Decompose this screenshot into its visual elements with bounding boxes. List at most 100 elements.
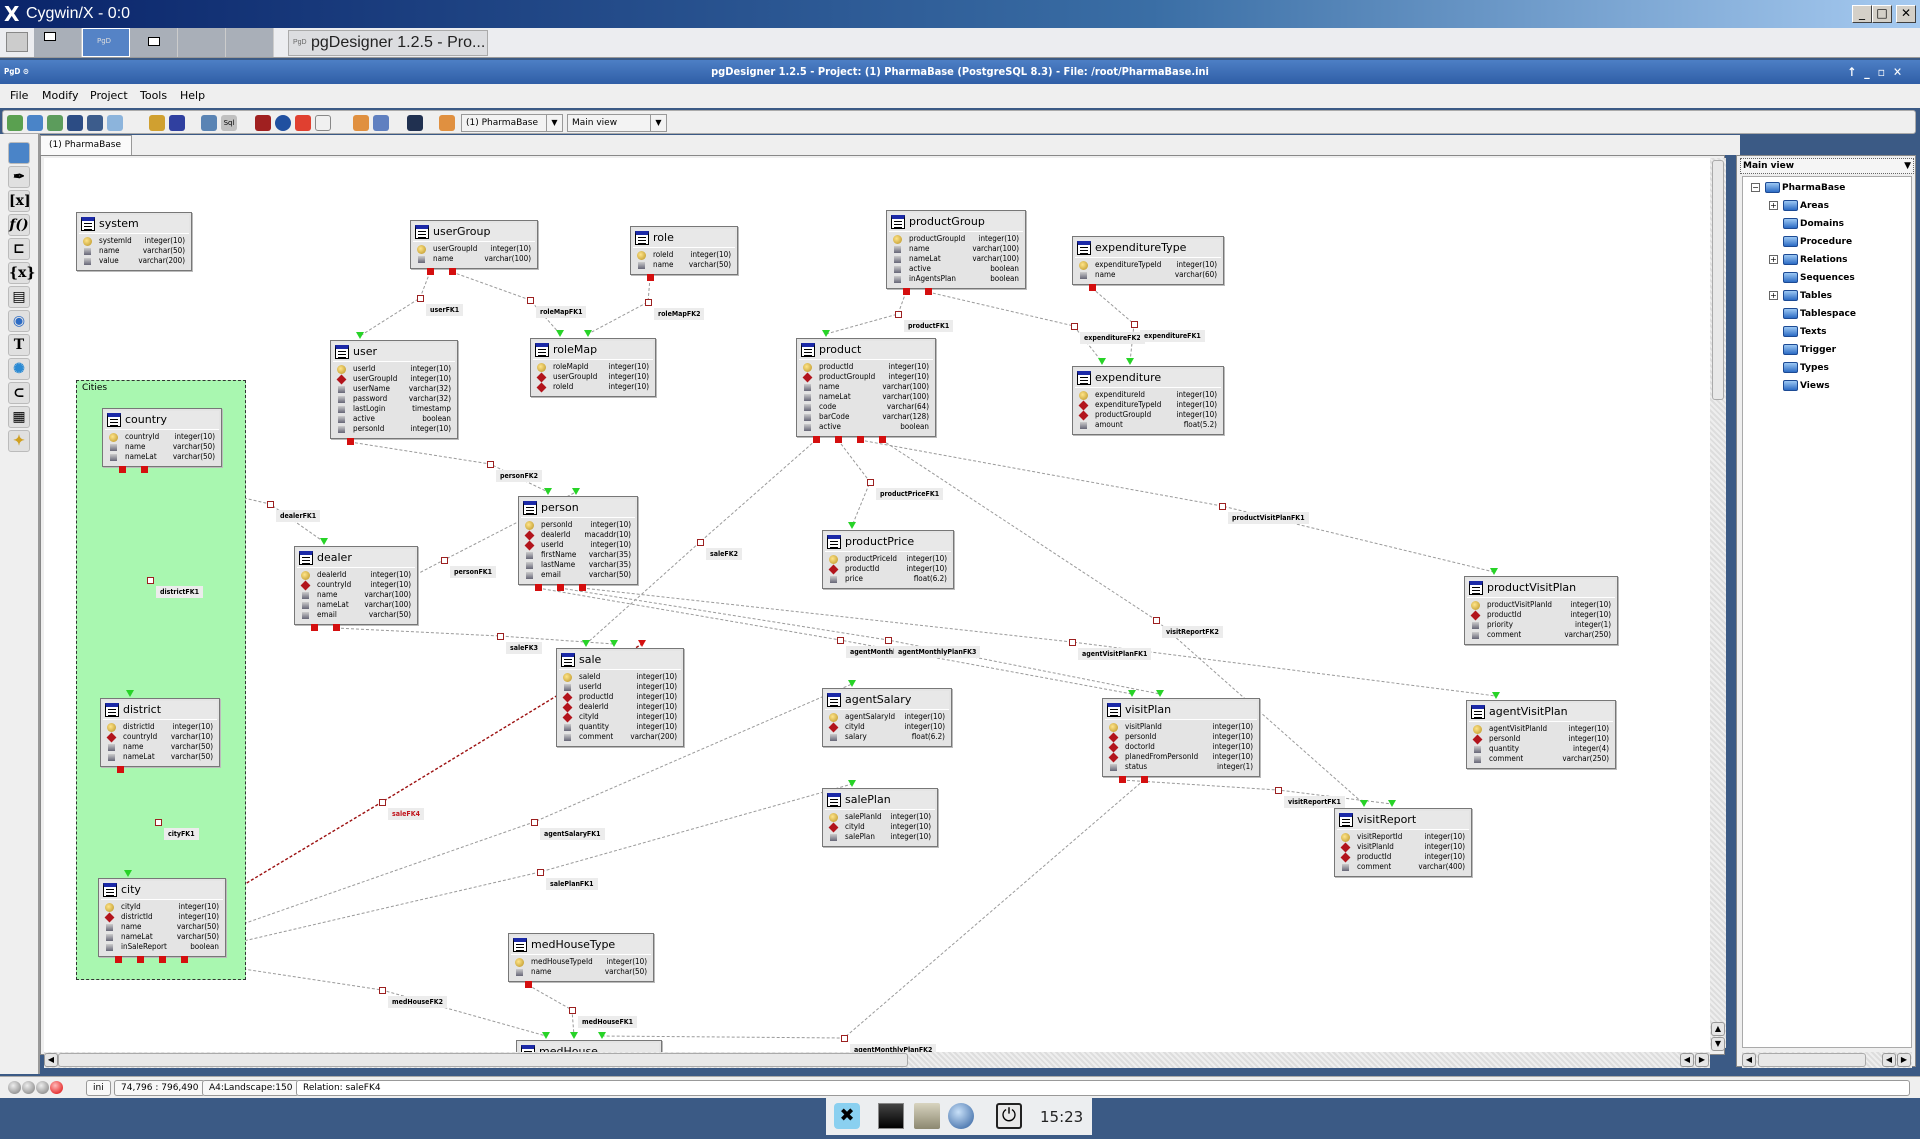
- column-row[interactable]: salePlanId integer(10): [823, 812, 937, 822]
- pen-tool-icon[interactable]: ✒: [8, 166, 30, 188]
- column-row[interactable]: productGroupId integer(10): [887, 234, 1025, 244]
- sequence-tool-icon[interactable]: {x}: [8, 262, 35, 284]
- column-row[interactable]: visitReportId integer(10): [1335, 832, 1471, 842]
- column-row[interactable]: lastLogin timestamp: [331, 404, 457, 414]
- relation-label[interactable]: roleMapFK2: [654, 308, 705, 320]
- relation-label[interactable]: productFK1: [904, 320, 954, 332]
- save-icon[interactable]: [67, 115, 83, 131]
- column-row[interactable]: districtId integer(10): [99, 912, 225, 923]
- column-row[interactable]: productId integer(10): [797, 362, 935, 372]
- scroll-down-button[interactable]: ▼: [1711, 1037, 1725, 1051]
- relation-label[interactable]: saleFK2: [706, 548, 742, 560]
- relation-label[interactable]: personFK1: [450, 566, 497, 578]
- tree-item-trigger[interactable]: Trigger: [1783, 341, 1836, 359]
- column-row[interactable]: nameLat varchar(100): [887, 254, 1025, 264]
- scroll-left-button[interactable]: ◀: [44, 1053, 58, 1067]
- tree-item-relations[interactable]: Relations: [1783, 251, 1848, 269]
- relation-source-connector[interactable]: [159, 956, 166, 963]
- column-row[interactable]: personId integer(10): [519, 520, 637, 530]
- column-row[interactable]: email varchar(50): [295, 610, 417, 620]
- help-book-icon[interactable]: [373, 115, 389, 131]
- column-row[interactable]: userGroupId integer(10): [411, 244, 537, 254]
- scroll-left-button-2[interactable]: ◀: [1882, 1053, 1896, 1067]
- settings-icon[interactable]: [353, 115, 369, 131]
- relation-source-connector[interactable]: [141, 466, 148, 473]
- relation-handle[interactable]: [837, 637, 844, 644]
- relation-source-connector[interactable]: [903, 288, 910, 295]
- column-row[interactable]: nameLat varchar(50): [99, 932, 225, 942]
- terminal-icon[interactable]: [878, 1103, 904, 1129]
- menu-modify[interactable]: Modify: [42, 89, 78, 102]
- table-tool-icon[interactable]: ▤: [8, 286, 30, 308]
- table-productGroup[interactable]: productGroup productGroupId integer(10) nam…: [886, 210, 1026, 289]
- column-row[interactable]: name varchar(50): [101, 742, 219, 752]
- relation-source-connector[interactable]: [119, 466, 126, 473]
- column-row[interactable]: userId integer(10): [557, 682, 683, 692]
- column-row[interactable]: inAgentsPlan boolean: [887, 274, 1025, 284]
- table-roleMap[interactable]: roleMap roleMapId integer(10) userGroupId in…: [530, 338, 656, 397]
- table-system[interactable]: system systemId integer(10) name varchar(50)…: [76, 212, 192, 271]
- tree-item-texts[interactable]: Texts: [1783, 323, 1827, 341]
- scroll-right-button[interactable]: ▶: [1897, 1053, 1911, 1067]
- column-row[interactable]: cityId integer(10): [99, 902, 225, 912]
- relation-source-connector[interactable]: [1141, 776, 1148, 783]
- table-city[interactable]: city cityId integer(10) districtId integer(1…: [98, 878, 226, 957]
- tree-horizontal-scrollbar[interactable]: ◀ ◀ ▶: [1742, 1052, 1912, 1068]
- column-row[interactable]: name varchar(100): [797, 382, 935, 392]
- table-dealer[interactable]: dealer dealerId integer(10) countryId intege…: [294, 546, 418, 625]
- column-row[interactable]: inSaleReport boolean: [99, 942, 225, 952]
- column-row[interactable]: price float(6.2): [823, 574, 953, 584]
- column-row[interactable]: saleId integer(10): [557, 672, 683, 682]
- relation-handle[interactable]: [531, 819, 538, 826]
- column-row[interactable]: name varchar(50): [509, 967, 653, 977]
- relation-label[interactable]: roleMapFK1: [536, 306, 587, 318]
- table-agentVisitPlan[interactable]: agentVisitPlan agentVisitPlanId integer(10…: [1466, 700, 1616, 769]
- relation-source-connector[interactable]: [311, 624, 318, 631]
- relation-source-connector[interactable]: [925, 288, 932, 295]
- tree-item-tables[interactable]: Tables: [1783, 287, 1832, 305]
- column-row[interactable]: comment varchar(250): [1465, 630, 1617, 640]
- column-row[interactable]: agentSalaryId integer(10): [823, 712, 951, 722]
- column-row[interactable]: name varchar(50): [77, 246, 191, 256]
- relation-label[interactable]: saleFK3: [506, 642, 542, 654]
- erd-canvas[interactable]: Cities system systemId integer(10) name varch…: [44, 158, 1710, 1052]
- html-icon[interactable]: [255, 115, 271, 131]
- table-medHouseType[interactable]: medHouseType medHouseTypeId integer(10) nam…: [508, 933, 654, 982]
- relation-source-connector[interactable]: [879, 436, 886, 443]
- relation-label[interactable]: agentVisitPlanFK1: [1078, 648, 1152, 660]
- relation-handle[interactable]: [527, 297, 534, 304]
- relation-label[interactable]: medHouseFK2: [388, 996, 448, 1008]
- column-row[interactable]: nameLat varchar(50): [103, 452, 221, 462]
- tree-root[interactable]: PharmaBase: [1765, 179, 1845, 197]
- relation-handle[interactable]: [885, 637, 892, 644]
- app-window-controls[interactable]: ↑_▫✕: [1847, 60, 1910, 84]
- scroll-left-button-2[interactable]: ◀: [1680, 1053, 1694, 1067]
- vertical-scroll-thumb[interactable]: [1712, 160, 1724, 400]
- column-row[interactable]: password varchar(32): [331, 394, 457, 404]
- database-tool-icon[interactable]: ◉: [8, 310, 30, 332]
- column-row[interactable]: planedFromPersonId integer(10): [1103, 752, 1259, 763]
- workspace-1[interactable]: [34, 28, 82, 57]
- open-project-icon[interactable]: [27, 115, 43, 131]
- column-row[interactable]: countryId integer(10): [103, 432, 221, 442]
- minimize-button[interactable]: _: [1852, 5, 1872, 23]
- relation-source-connector[interactable]: [115, 956, 122, 963]
- relation-handle[interactable]: [147, 577, 154, 584]
- relation-source-connector[interactable]: [647, 274, 654, 281]
- relation-label[interactable]: dealerFK1: [276, 510, 321, 522]
- sql-icon[interactable]: Sql: [221, 115, 237, 131]
- column-row[interactable]: userId integer(10): [519, 540, 637, 551]
- scroll-right-button[interactable]: ▶: [1695, 1053, 1709, 1067]
- column-row[interactable]: doctorId integer(10): [1103, 742, 1259, 753]
- column-row[interactable]: districtId integer(10): [101, 722, 219, 732]
- relation-source-connector[interactable]: [427, 268, 434, 275]
- table-salePlan[interactable]: salePlan salePlanId integer(10) cityId integ…: [822, 788, 938, 847]
- relation-handle[interactable]: [537, 869, 544, 876]
- column-row[interactable]: comment varchar(400): [1335, 862, 1471, 872]
- horizontal-scroll-thumb[interactable]: [58, 1053, 908, 1067]
- relation-source-connector[interactable]: [835, 436, 842, 443]
- column-row[interactable]: quantity integer(10): [557, 722, 683, 732]
- column-row[interactable]: expenditureTypeId integer(10): [1073, 260, 1223, 270]
- column-row[interactable]: userGroupId integer(10): [331, 374, 457, 385]
- relation-label[interactable]: cityFK1: [164, 828, 199, 840]
